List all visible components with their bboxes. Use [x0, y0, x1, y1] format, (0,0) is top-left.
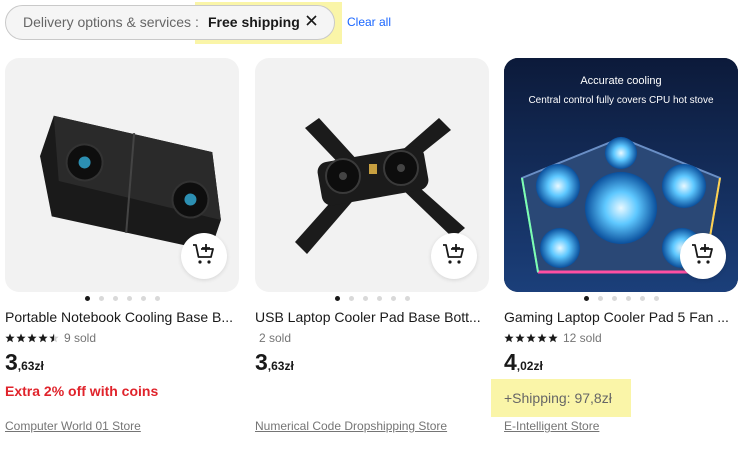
carousel-dot[interactable] — [154, 296, 160, 301]
star-icon — [504, 333, 514, 343]
coins-promo: Extra 2% off with coins — [5, 383, 159, 399]
product-title[interactable]: Gaming Laptop Cooler Pad 5 Fan ... — [504, 309, 738, 325]
store-link[interactable]: Computer World 01 Store — [5, 419, 141, 433]
carousel-dot[interactable] — [98, 296, 104, 301]
star-icon — [526, 333, 536, 343]
carousel-dot[interactable] — [140, 296, 146, 301]
image-carousel-dots[interactable] — [255, 296, 489, 301]
carousel-dot[interactable] — [597, 296, 603, 301]
add-to-cart-icon — [442, 242, 466, 271]
product-title[interactable]: Portable Notebook Cooling Base B... — [5, 309, 239, 325]
product-card[interactable]: USB Laptop Cooler Pad Base Bott... 2 sol… — [255, 58, 489, 438]
price: 3,63zł — [255, 349, 294, 375]
shipping-cost: +Shipping: 97,8zł — [504, 390, 612, 406]
product-card[interactable]: Portable Notebook Cooling Base B... 9 so… — [5, 58, 239, 438]
carousel-dot[interactable] — [653, 296, 659, 301]
product-title[interactable]: USB Laptop Cooler Pad Base Bott... — [255, 309, 489, 325]
add-to-cart-icon — [691, 242, 715, 271]
carousel-dot[interactable] — [334, 296, 340, 301]
add-to-cart-button[interactable] — [181, 233, 227, 279]
image-caption: Central control fully covers CPU hot sto… — [528, 95, 714, 106]
add-to-cart-icon — [192, 242, 216, 271]
image-caption: Accurate cooling — [580, 75, 661, 87]
close-icon[interactable] — [305, 14, 318, 27]
carousel-dot[interactable] — [348, 296, 354, 301]
clear-all-link[interactable]: Clear all — [347, 15, 391, 29]
product-image[interactable] — [5, 58, 239, 292]
carousel-dot[interactable] — [639, 296, 645, 301]
star-rating — [5, 333, 59, 343]
carousel-dot[interactable] — [390, 296, 396, 301]
add-to-cart-button[interactable] — [431, 233, 477, 279]
price: 3,63zł — [5, 349, 44, 375]
star-icon — [38, 333, 48, 343]
add-to-cart-button[interactable] — [680, 233, 726, 279]
price: 4,02zł — [504, 349, 543, 375]
star-icon — [548, 333, 558, 343]
product-image[interactable] — [255, 58, 489, 292]
carousel-dot[interactable] — [84, 296, 90, 301]
product-card[interactable]: Accurate cooling Central control fully c… — [491, 58, 738, 438]
star-icon — [5, 333, 15, 343]
carousel-dot[interactable] — [583, 296, 589, 301]
rating-row: 2 sold — [259, 331, 291, 345]
star-icon — [537, 333, 547, 343]
store-link[interactable]: E-Intelligent Store — [504, 419, 599, 433]
product-image[interactable]: Accurate cooling Central control fully c… — [504, 58, 738, 292]
star-icon — [16, 333, 26, 343]
sold-count: 2 sold — [259, 331, 292, 345]
sold-count: 9 sold — [64, 331, 97, 345]
carousel-dot[interactable] — [404, 296, 410, 301]
filter-value: Free shipping — [208, 14, 300, 30]
carousel-dot[interactable] — [611, 296, 617, 301]
sold-count: 12 sold — [563, 331, 602, 345]
carousel-dot[interactable] — [625, 296, 631, 301]
store-link[interactable]: Numerical Code Dropshipping Store — [255, 419, 447, 433]
carousel-dot[interactable] — [126, 296, 132, 301]
carousel-dot[interactable] — [376, 296, 382, 301]
carousel-dot[interactable] — [362, 296, 368, 301]
rating-row: 12 sold — [504, 331, 602, 345]
filter-label: Delivery options & services : — [23, 14, 199, 30]
image-carousel-dots[interactable] — [5, 296, 239, 301]
star-half-icon — [49, 333, 59, 343]
star-icon — [27, 333, 37, 343]
image-carousel-dots[interactable] — [504, 296, 738, 301]
star-icon — [515, 333, 525, 343]
star-rating — [504, 333, 558, 343]
rating-row: 9 sold — [5, 331, 96, 345]
carousel-dot[interactable] — [112, 296, 118, 301]
